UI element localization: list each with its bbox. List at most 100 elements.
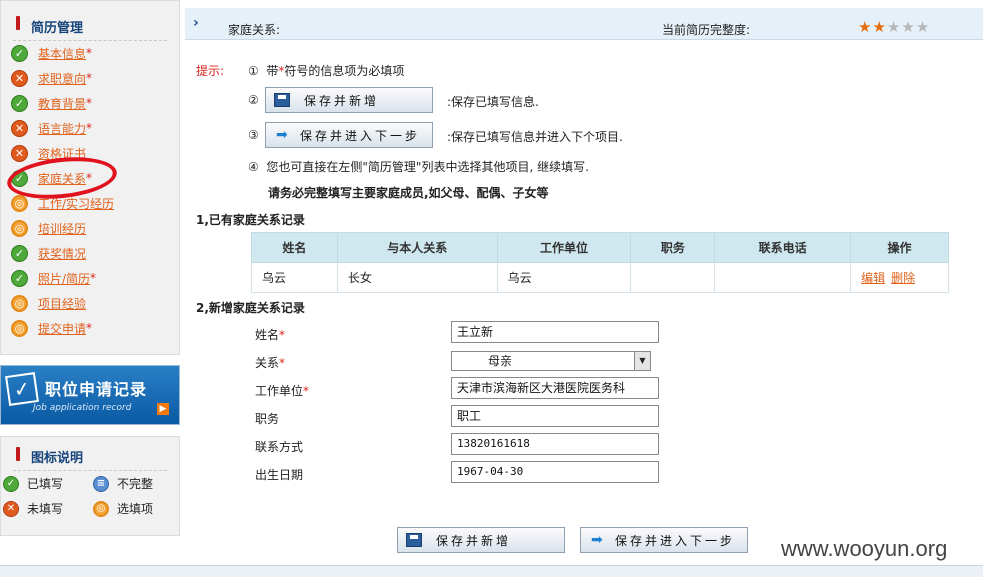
relation-label: 关系* <box>255 356 286 370</box>
required-mark: * <box>90 271 97 285</box>
family-records-table: 姓名 与本人关系 工作单位 职务 联系电话 操作 乌云 长女 乌云 编辑 删除 <box>251 232 949 293</box>
sidebar-item-link[interactable]: 语言能力 <box>38 120 86 137</box>
main-content: › 家庭关系: 当前简历完整度: ★★★★★ 提示: ① 带*符号的信息项为必填… <box>185 0 983 577</box>
divider <box>13 470 167 471</box>
cell-actions: 编辑 删除 <box>850 262 949 293</box>
optional-icon: ◎ <box>11 319 28 337</box>
required-mark: * <box>86 321 93 335</box>
arrow-right-icon: ➡ <box>276 127 288 143</box>
contact-input[interactable]: 13820161618 <box>451 433 659 455</box>
job-application-record-banner[interactable]: ✓ 职位申请记录 Job application record ▶ <box>0 365 180 425</box>
name-label: 姓名* <box>255 328 286 342</box>
legend-header: 图标说明 <box>1 437 179 471</box>
company-input[interactable]: 天津市滨海新区大港医院医务科 <box>451 377 659 399</box>
sidebar-item-link[interactable]: 获奖情况 <box>38 245 86 262</box>
sidebar-item-12[interactable]: ◎ 提交申请 * <box>11 318 92 338</box>
banner-subtitle: Job application record <box>33 403 132 413</box>
star-icon: ★ <box>886 18 902 36</box>
table-row: 乌云 长女 乌云 编辑 删除 <box>251 262 949 293</box>
column-header: 联系电话 <box>714 232 852 263</box>
tip-save-new-button[interactable]: 保存并新增 <box>265 87 433 113</box>
sidebar-item-3[interactable]: ✓ 教育背景 * <box>11 93 92 113</box>
cross-icon: ✕ <box>11 144 28 162</box>
table-header-row: 姓名 与本人关系 工作单位 职务 联系电话 操作 <box>251 232 949 263</box>
completeness-stars: ★★★★★ <box>858 18 930 36</box>
existing-records-title: 1,已有家庭关系记录 <box>196 213 305 227</box>
banner-title: 职位申请记录 <box>45 380 148 399</box>
position-label: 职务 <box>255 412 280 426</box>
name-input[interactable]: 王立新 <box>451 321 659 343</box>
required-mark: * <box>86 121 93 135</box>
resume-menu-header: 简历管理 <box>1 1 179 36</box>
save-new-button[interactable]: 保存并新增 <box>397 527 565 553</box>
edit-link[interactable]: 编辑 <box>861 271 885 285</box>
sidebar-item-2[interactable]: ✕ 求职意向 * <box>11 68 92 88</box>
sidebar-item-link[interactable]: 基本信息 <box>38 45 86 62</box>
sidebar-item-9[interactable]: ✓ 获奖情况 <box>11 243 86 263</box>
cross-icon: ✕ <box>3 500 19 517</box>
tip-3-number: ③ <box>248 128 259 142</box>
tip-2-text: :保存已填写信息. <box>447 95 539 109</box>
divider <box>13 40 167 41</box>
sidebar-item-link[interactable]: 项目经验 <box>38 295 86 312</box>
column-header: 姓名 <box>251 232 338 263</box>
optional-icon: ◎ <box>11 194 28 212</box>
column-header: 操作 <box>850 232 949 263</box>
cell-company: 乌云 <box>496 262 632 293</box>
birth-date-label: 出生日期 <box>255 468 304 482</box>
position-input[interactable]: 职工 <box>451 405 659 427</box>
delete-link[interactable]: 删除 <box>891 271 915 285</box>
sidebar-item-link[interactable]: 教育背景 <box>38 95 86 112</box>
section-title: 家庭关系: <box>228 23 281 37</box>
tip-4: ④ 您也可直接在左侧"简历管理"列表中选择其他项目, 继续填写. <box>248 160 589 174</box>
sidebar-item-8[interactable]: ◎ 培训经历 <box>11 218 86 238</box>
legend-filled: ✓ 已填写 <box>3 475 63 492</box>
cell-name: 乌云 <box>251 262 338 293</box>
optional-icon: ◎ <box>93 500 109 517</box>
legend-incomplete: ≡ 不完整 <box>93 475 153 492</box>
tip-save-next-button[interactable]: ➡ 保存并进入下一步 <box>265 122 433 148</box>
legend-optional: ◎ 选填项 <box>93 500 153 517</box>
cell-relation: 长女 <box>336 262 498 293</box>
sidebar-item-link[interactable]: 照片/简历 <box>38 270 90 287</box>
check-icon: ✓ <box>11 44 28 62</box>
company-label: 工作单位* <box>255 384 310 398</box>
family-members-note: 请务必完整填写主要家庭成员,如父母、配偶、子女等 <box>268 186 549 200</box>
red-bar-icon <box>16 16 20 30</box>
sidebar-item-link[interactable]: 提交申请 <box>38 320 86 337</box>
arrow-right-icon: ▶ <box>157 403 169 415</box>
cell-phone <box>714 262 852 293</box>
sidebar-item-link[interactable]: 求职意向 <box>38 70 86 87</box>
sidebar-item-10[interactable]: ✓ 照片/简历 * <box>11 268 96 288</box>
sidebar-item-11[interactable]: ◎ 项目经验 <box>11 293 86 313</box>
column-header: 与本人关系 <box>336 232 498 263</box>
sidebar: 简历管理 ✓ 基本信息 * ✕ 求职意向 * ✓ 教育背景 * ✕ 语言能力 * ✕ 资格证书 ✓ 家庭关系 *… <box>0 0 180 577</box>
watermark: www.wooyun.org <box>777 536 952 562</box>
birth-date-input[interactable]: 1967-04-30 <box>451 461 659 483</box>
sidebar-item-4[interactable]: ✕ 语言能力 * <box>11 118 92 138</box>
required-mark: * <box>86 46 93 60</box>
star-icon: ★ <box>872 18 887 36</box>
sidebar-item-1[interactable]: ✓ 基本信息 * <box>11 43 92 63</box>
star-icon: ★ <box>901 18 916 36</box>
star-icon: ★ <box>915 18 931 36</box>
cell-position <box>630 262 716 293</box>
sidebar-item-link[interactable]: 培训经历 <box>38 220 86 237</box>
cross-icon: ✕ <box>11 69 28 87</box>
save-icon <box>274 93 290 107</box>
dropdown-arrow-icon[interactable]: ▼ <box>634 352 650 370</box>
check-icon: ✓ <box>3 475 19 492</box>
save-next-button[interactable]: ➡ 保存并进入下一步 <box>580 527 748 553</box>
arrow-right-icon: ➡ <box>591 532 603 548</box>
legend-unfilled: ✕ 未填写 <box>3 500 63 517</box>
legend-title: 图标说明 <box>31 451 84 466</box>
required-mark: * <box>86 96 93 110</box>
completeness-label: 当前简历完整度: <box>662 23 751 37</box>
checklist-icon: ✓ <box>5 372 39 406</box>
tip-1: ① 带*符号的信息项为必填项 <box>248 64 405 78</box>
relation-select[interactable]: 母亲 ▼ <box>451 351 651 371</box>
contact-label: 联系方式 <box>255 440 304 454</box>
check-icon: ✓ <box>11 269 28 287</box>
tip-2-number: ② <box>248 93 259 107</box>
red-bar-icon <box>16 447 20 461</box>
